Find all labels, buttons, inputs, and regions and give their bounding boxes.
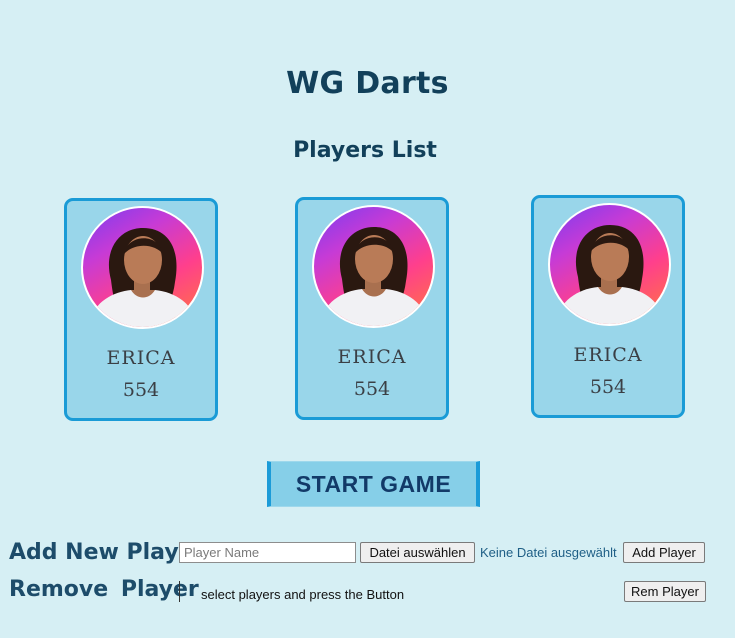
remove-player-label: Remove Player [9, 577, 199, 602]
file-status-text: Keine Datei ausgewählt [480, 545, 617, 560]
player-card[interactable]: ERICA 554 [531, 195, 685, 418]
choose-file-button[interactable]: Datei auswählen [360, 542, 475, 563]
players-list-heading: Players List [293, 138, 437, 163]
remove-player-button[interactable]: Rem Player [624, 581, 706, 602]
player-card[interactable]: ERICA 554 [64, 198, 218, 421]
player-avatar [312, 205, 435, 328]
player-name: ERICA [106, 347, 176, 369]
player-name: ERICA [337, 346, 407, 368]
player-score: 554 [122, 379, 160, 401]
add-player-button[interactable]: Add Player [623, 542, 705, 563]
player-name-input[interactable] [179, 542, 356, 563]
player-avatar [81, 206, 204, 329]
remove-hint-text: select players and press the Button [201, 587, 405, 602]
player-card[interactable]: ERICA 554 [295, 197, 449, 420]
app-root: WG Darts Players List ERICA 554 ERICA 55… [0, 0, 735, 638]
player-score: 554 [589, 376, 627, 398]
player-avatar [548, 203, 671, 326]
page-title: WG Darts [286, 66, 449, 101]
divider [179, 581, 180, 602]
start-game-button[interactable]: START GAME [267, 461, 480, 507]
player-name: ERICA [573, 344, 643, 366]
player-score: 554 [353, 378, 391, 400]
add-player-label: Add New Player [9, 540, 205, 565]
